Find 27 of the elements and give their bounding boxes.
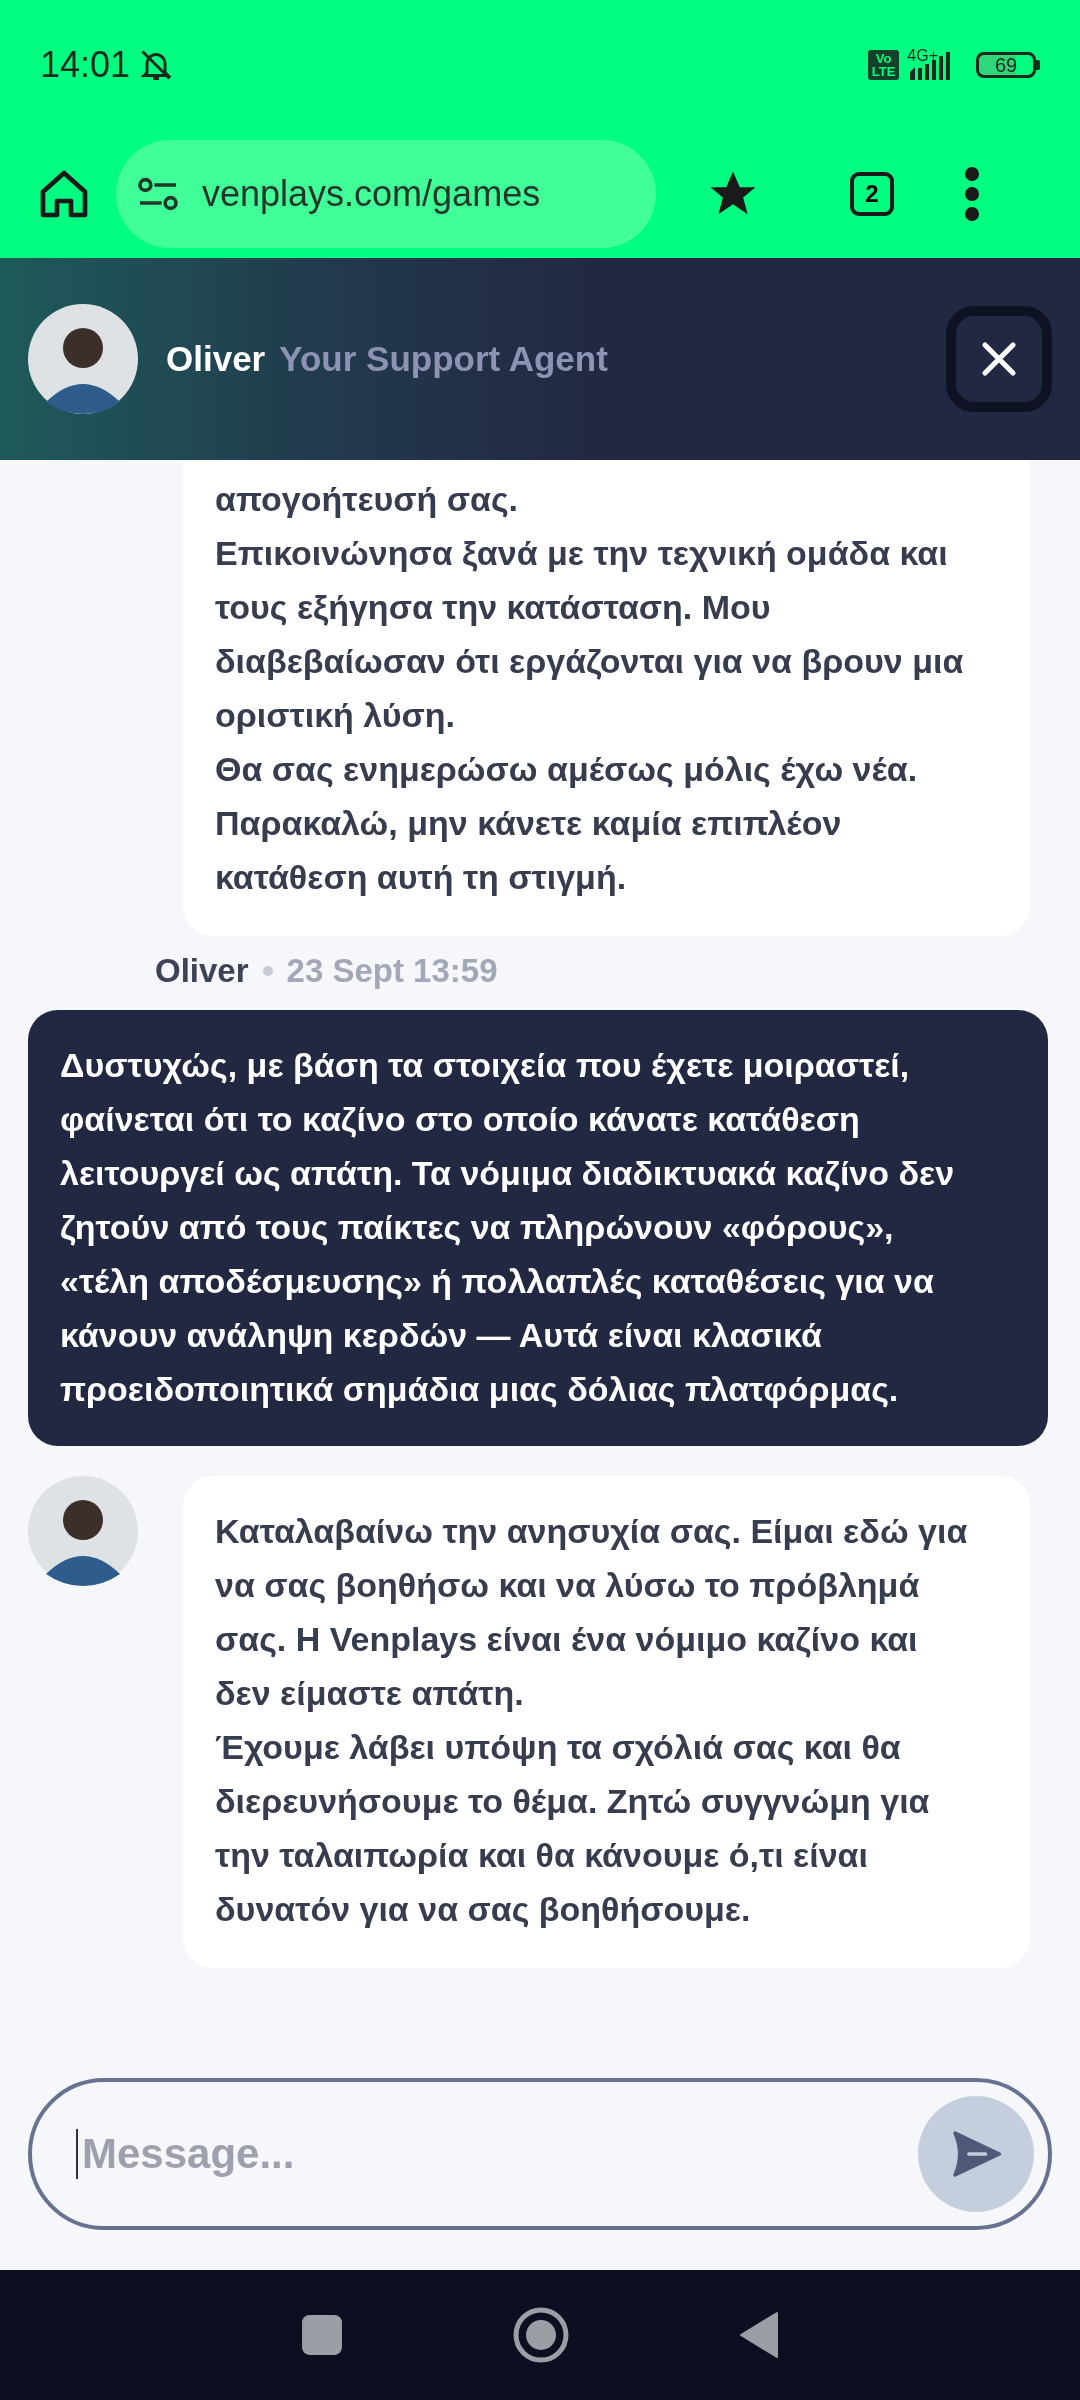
battery-icon: 69 [976, 52, 1036, 78]
volte-badge: Vo LTE [867, 50, 900, 80]
home-circle-icon[interactable] [513, 2307, 569, 2363]
tune-icon[interactable] [136, 176, 180, 212]
square-icon[interactable] [301, 2314, 343, 2356]
sender-name: Oliver [155, 952, 249, 990]
clock-time: 14:01 [40, 44, 131, 86]
separator-dot [262, 966, 273, 976]
message-input[interactable]: Message... [76, 2129, 918, 2179]
menu-icon[interactable] [964, 166, 980, 222]
back-icon[interactable] [739, 2311, 779, 2359]
agent-role: Your Support Agent [279, 339, 608, 379]
agent-name: Oliver [166, 339, 266, 379]
message-text: Δυστυχώς, με βάση τα στοιχεία που έχετε μοιραστεί, φαίνεται ότι το καζίνο στο οποίο κάνατε κατάθεση λειτουργεί ως απάτη. Τα νόμιμα διαδικτυακά καζίνο δεν ζητούν από τους παίκτες να πληρώνουν «φόρους», «τέλη αποδέσμευσης» ή πολλαπλές καταθέσεις για να κάνουν ανάληψη κερδών — Αυτά είναι κλασικά προειδοποιητικά σημάδια μιας δόλιας πλατφόρμας. [60, 1045, 956, 1410]
tab-count-button[interactable]: 2 [850, 172, 894, 216]
message-text: απογοήτευσή σας. [215, 479, 520, 520]
send-button[interactable] [918, 2096, 1034, 2212]
message-text: Θα σας ενημερώσω αμέσως μόλις έχω νέα. Παρακαλώ, μην κάνετε καμία επιπλέον κατάθεση αυτή τη στιγμή. [215, 749, 919, 898]
message-text: Επικοινώνησα ξανά με την τεχνική ομάδα και τους εξήγησα την κατάσταση. Μου διαβεβαίωσαν ότι εργάζονται για να βρουν μια οριστική λύση. [215, 533, 965, 736]
message-field[interactable]: Message... [28, 2078, 1052, 2230]
message-time: 23 Sept 13:59 [286, 952, 498, 990]
close-icon [979, 339, 1019, 379]
close-button[interactable] [946, 306, 1052, 412]
message-text: Καταλαβαίνω την ανησυχία σας. Είμαι εδώ για να σας βοηθήσω και να λύσω το πρόβλημά σας. Η Venplays είναι ένα νόμιμο καζίνο και δεν είμαστε απάτη. [215, 1511, 969, 1714]
address-bar[interactable]: venplays.com/games [116, 140, 656, 248]
message-text: Έχουμε λάβει υπόψη τα σχόλιά σας και θα διερευνήσουμε το θέμα. Ζητώ συγγνώμη για την ταλαιπωρία και θα κάνουμε ό,τι είναι δυνατόν για να σας βοηθήσουμε. [215, 1727, 931, 1930]
network-type: 4G+ [907, 47, 938, 65]
